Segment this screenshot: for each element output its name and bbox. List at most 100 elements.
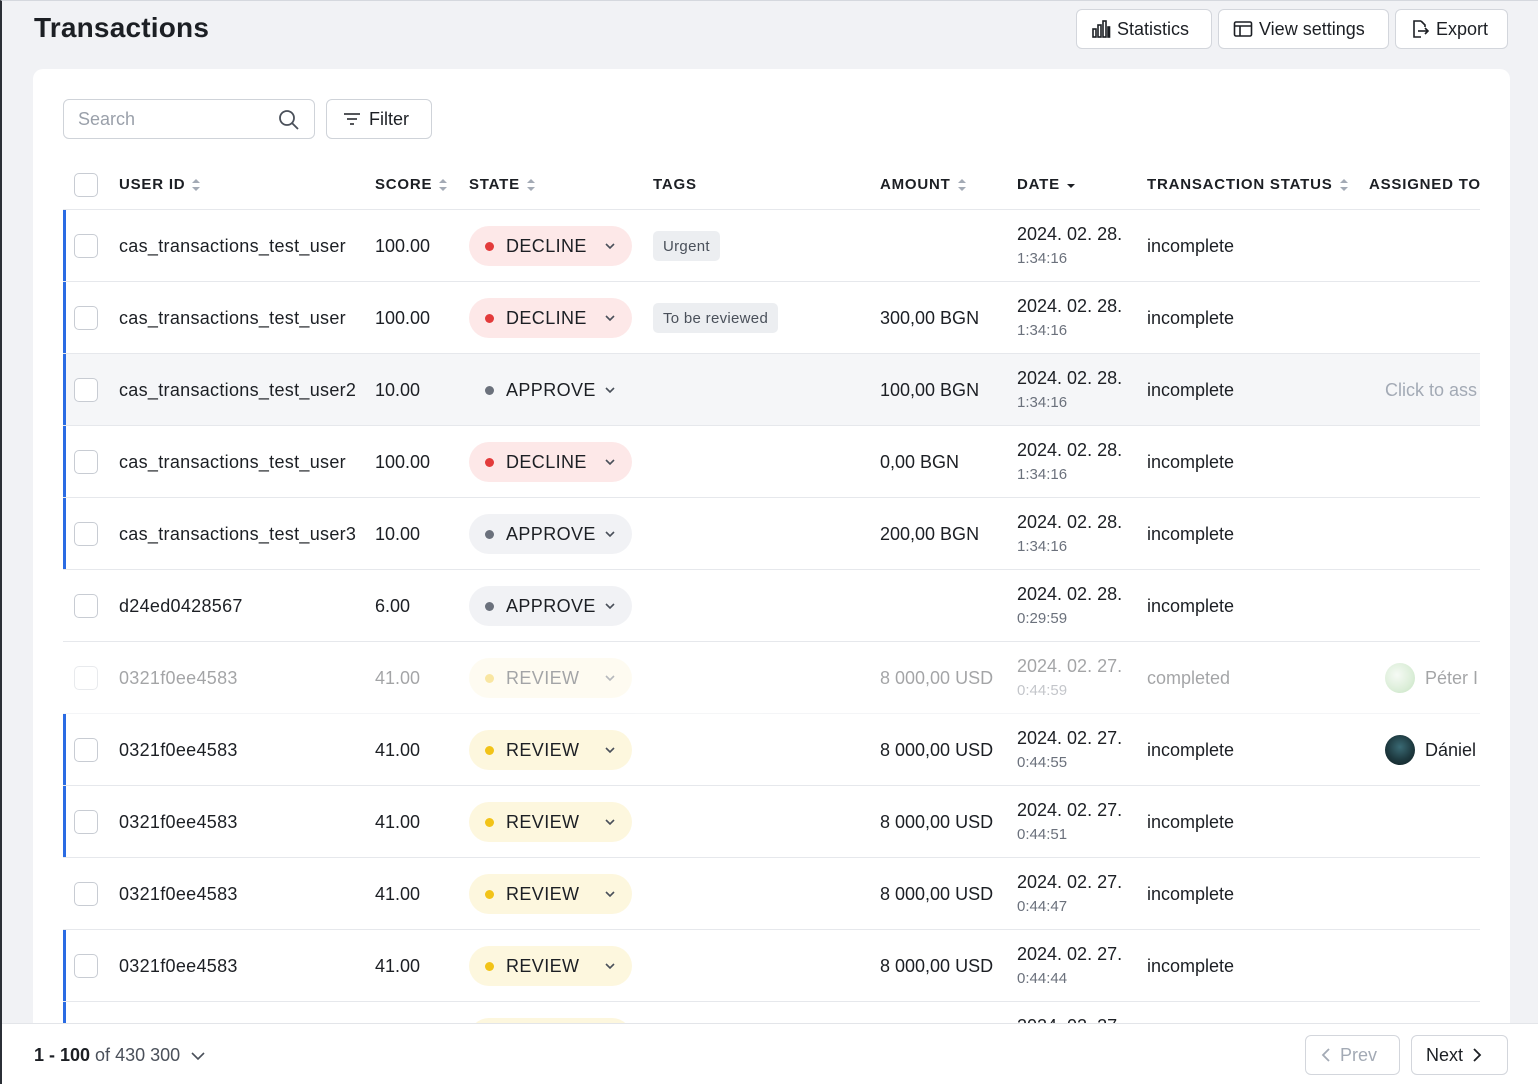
score-cell: 41.00 [375,740,421,760]
transaction-status-cell: incomplete [1147,884,1235,904]
columns-icon [1233,21,1253,37]
user-id-cell[interactable]: 0321f0ee4583 [119,884,238,905]
state-dropdown[interactable]: DECLINE [469,298,632,338]
transaction-status-cell: completed [1147,668,1231,688]
state-dropdown[interactable]: APPROVE [469,514,632,554]
state-dropdown[interactable]: APPROVE [469,370,632,410]
state-dot [485,889,494,899]
state-dropdown[interactable]: DECLINE [469,442,632,482]
state-label: REVIEW [506,811,580,832]
table-row[interactable]: cas_transactions_test_user2 10.00 APPROVE 1… [63,354,1480,426]
row-checkbox[interactable] [74,738,98,762]
user-id-cell[interactable]: cas_transactions_test_user [119,452,346,473]
filter-button[interactable]: Filter [326,99,432,139]
column-header-transaction-status[interactable]: TRANSACTION STATUS [1147,176,1349,193]
amount-cell: 8 000,00 USD [880,668,994,688]
assignee-name[interactable]: Dániel [1425,740,1476,761]
row-checkbox[interactable] [74,234,98,258]
user-id-cell[interactable]: 0321f0ee4583 [119,668,238,689]
table-row[interactable]: cas_transactions_test_user3 10.00 APPROVE 2… [63,498,1480,570]
search-box[interactable] [63,99,315,139]
table-row[interactable]: 0321f0ee4583 41.00 REVIEW 8 000,00 USD 2024.… [63,642,1480,714]
table-row[interactable]: cas_transactions_test_user 100.00 DECLINE U… [63,210,1480,282]
transaction-status-cell: incomplete [1147,596,1235,616]
table-row[interactable]: cas_transactions_test_user 100.00 DECLINE 0… [63,426,1480,498]
row-checkbox[interactable] [74,450,98,474]
user-id-cell[interactable]: cas_transactions_test_user [119,308,346,329]
filter-label: Filter [369,108,409,129]
tag-badge: To be reviewed [653,303,779,333]
state-dropdown[interactable]: DECLINE [469,226,632,266]
column-label: STATE [469,176,520,193]
chevron-down-icon [605,819,615,826]
state-label: REVIEW [506,667,580,688]
amount-cell: 8 000,00 USD [880,956,994,976]
assign-button[interactable]: Click to ass [1385,380,1477,401]
user-id-cell[interactable]: cas_transactions_test_user [119,236,346,257]
prev-page-button[interactable]: Prev [1305,1035,1400,1075]
date-cell: 2024. 02. 27. [1017,944,1123,964]
view-settings-button[interactable]: View settings [1218,9,1389,49]
select-all-checkbox[interactable] [74,173,98,197]
assignee-name[interactable]: Péter I [1425,668,1478,689]
row-accent-bar [63,210,66,281]
row-checkbox[interactable] [74,666,98,690]
user-id-cell[interactable]: cas_transactions_test_user2 [119,380,356,401]
table-row[interactable]: 0321f0ee4583 41.00 REVIEW 8 000,00 USD 2024.… [63,858,1480,930]
time-cell: 1:34:16 [1017,250,1068,267]
table-row[interactable]: 0321f0ee4583 41.00 REVIEW 8 000,00 USD 2024.… [63,930,1480,1002]
row-checkbox[interactable] [74,522,98,546]
row-checkbox[interactable] [74,882,98,906]
state-dropdown[interactable]: REVIEW [469,802,632,842]
transaction-status-cell: incomplete [1147,812,1235,832]
user-id-cell[interactable]: d24ed0428567 [119,596,243,617]
chevron-down-icon [605,675,615,682]
statistics-button[interactable]: Statistics [1076,9,1212,49]
page-size-selector[interactable]: 1 - 100 of 430 300 [34,1045,207,1066]
date-cell: 2024. 02. 28. [1017,512,1123,532]
state-dot [485,385,494,395]
user-id-cell[interactable]: 0321f0ee4583 [119,740,238,761]
state-dropdown[interactable]: REVIEW [469,730,632,770]
table-row[interactable]: d24ed0428567 6.00 APPROVE 2024. 02. 28. 0:29… [63,570,1480,642]
search-input[interactable] [78,108,268,130]
export-label: Export [1436,18,1489,39]
score-cell: 100.00 [375,452,431,472]
row-checkbox[interactable] [74,306,98,330]
state-dropdown[interactable]: REVIEW [469,874,632,914]
export-button[interactable]: Export [1395,9,1508,49]
score-cell: 41.00 [375,812,421,832]
row-checkbox[interactable] [74,954,98,978]
column-header-score[interactable]: SCORE [375,176,448,193]
state-dot [485,601,494,611]
state-dot [485,745,494,755]
table-row[interactable]: 0321f0ee4583 41.00 REVIEW 8 000,00 USD 2024.… [63,714,1480,786]
view-settings-label: View settings [1259,18,1365,39]
date-cell: 2024. 02. 27. [1017,728,1123,748]
table-row[interactable]: 0321f0ee4583 41.00 REVIEW 8 000,00 USD 2024.… [63,786,1480,858]
table-row[interactable]: cas_transactions_test_user 100.00 DECLINE T… [63,282,1480,354]
user-id-cell[interactable]: 0321f0ee4583 [119,956,238,977]
page-title: Transactions [34,12,210,43]
time-cell: 0:44:51 [1017,826,1068,843]
date-cell: 2024. 02. 28. [1017,584,1123,604]
state-label: APPROVE [506,379,596,400]
chevron-down-icon [605,963,615,970]
next-page-button[interactable]: Next [1411,1035,1508,1075]
column-header-state[interactable]: STATE [469,176,536,193]
state-dropdown[interactable]: REVIEW [469,658,632,698]
search-icon[interactable] [278,109,300,131]
time-cell: 1:34:16 [1017,538,1068,555]
row-checkbox[interactable] [74,810,98,834]
state-dropdown[interactable]: REVIEW [469,946,632,986]
time-cell: 1:34:16 [1017,394,1068,411]
user-id-cell[interactable]: cas_transactions_test_user3 [119,524,356,545]
row-checkbox[interactable] [74,378,98,402]
column-header-amount[interactable]: AMOUNT [880,176,967,193]
statistics-label: Statistics [1117,18,1190,39]
column-header-date[interactable]: DATE [1017,176,1076,193]
state-dropdown[interactable]: APPROVE [469,586,632,626]
column-header-user-id[interactable]: USER ID [119,176,201,193]
user-id-cell[interactable]: 0321f0ee4583 [119,812,238,833]
row-checkbox[interactable] [74,594,98,618]
